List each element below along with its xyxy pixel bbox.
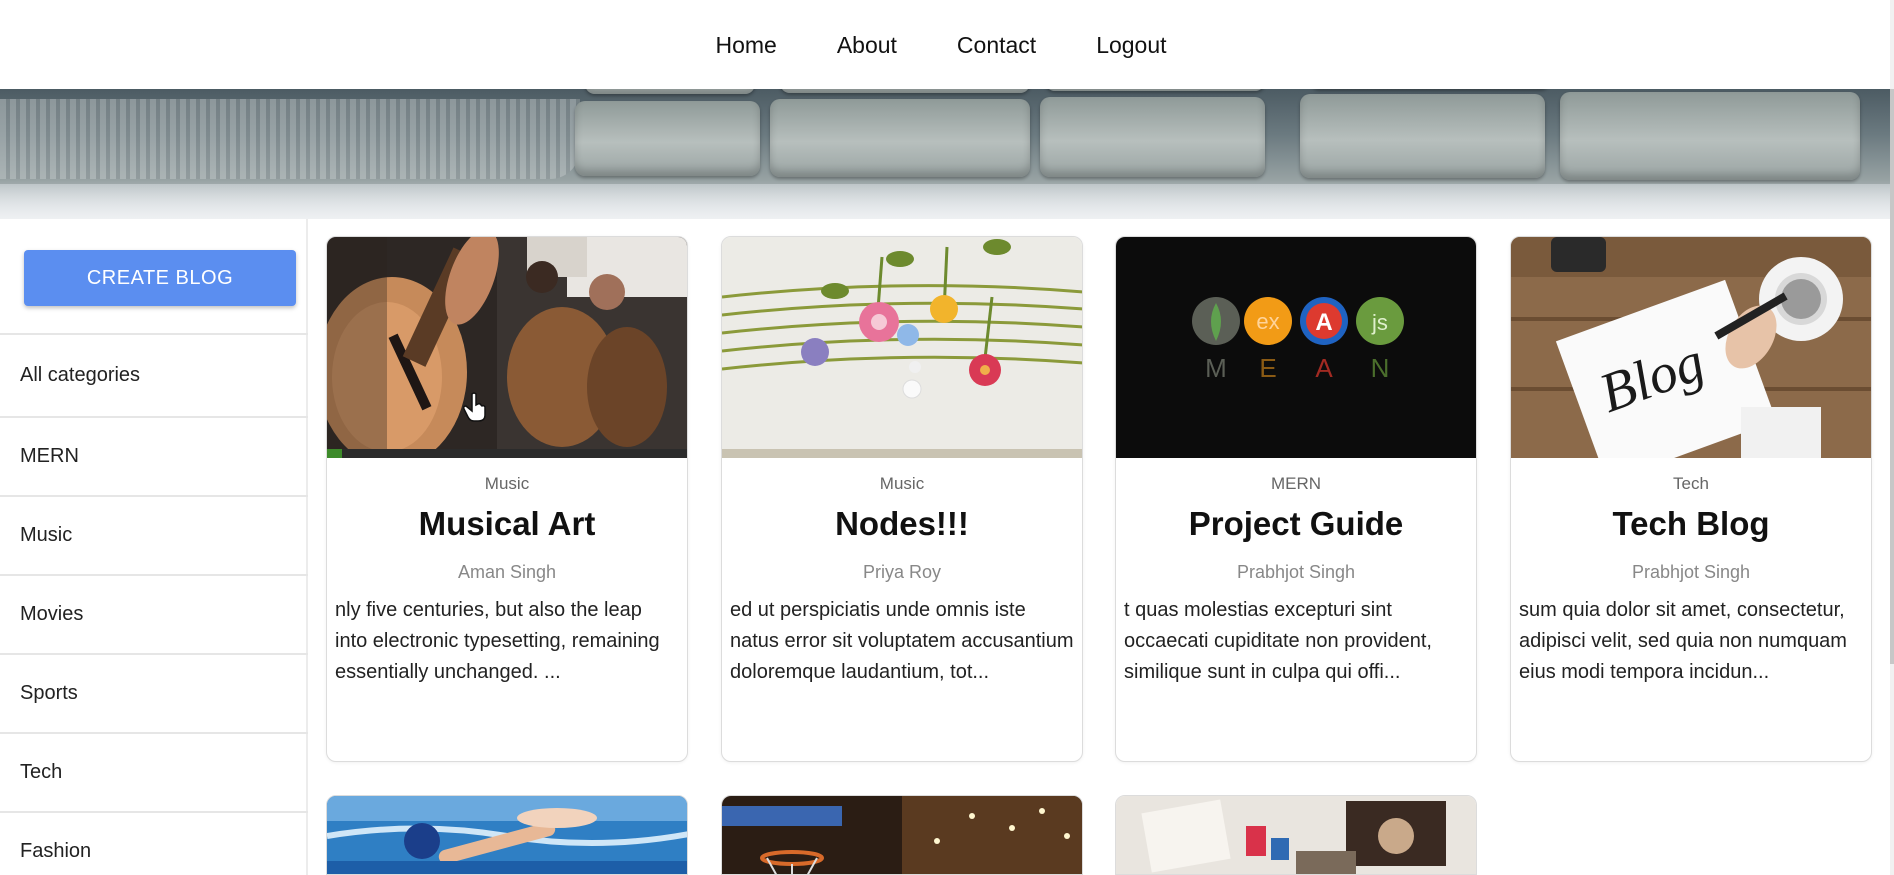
card-author: Aman Singh: [457, 562, 557, 582]
category-list: All categories MERN Music Movies Sports …: [0, 333, 308, 875]
card-author: Prabhjot Singh: [1631, 562, 1751, 582]
category-sports[interactable]: Sports: [0, 655, 308, 734]
blog-card-swimming[interactable]: [326, 795, 688, 875]
category-music[interactable]: Music: [0, 497, 308, 576]
card-category: Music: [879, 474, 925, 493]
mean-badge-ex: ex: [1256, 309, 1279, 334]
nav-home-link[interactable]: Home: [685, 25, 806, 65]
banner-key: [585, 89, 755, 94]
mean-letter-a: A: [1315, 353, 1333, 383]
mean-letter-m: M: [1205, 353, 1227, 383]
category-mern[interactable]: MERN: [0, 418, 308, 497]
card-excerpt: ed ut perspiciatis unde omnis iste natus…: [730, 599, 1074, 683]
card-title[interactable]: Nodes!!!: [722, 505, 1082, 543]
blog-card-musical-art[interactable]: Music Musical Art Aman Singh nly five ce…: [326, 236, 688, 762]
banner-key: [1045, 89, 1265, 91]
nav-contact-link[interactable]: Contact: [927, 25, 1066, 65]
blog-card-fashion[interactable]: [1115, 795, 1477, 875]
card-excerpt: sum quia dolor sit amet, consectetur, ad…: [1519, 599, 1847, 683]
banner-key: [575, 101, 760, 176]
mean-badge-js: js: [1371, 310, 1388, 335]
card-excerpt: nly five centuries, but also the leap in…: [335, 599, 660, 683]
card-image-flower-notes: [722, 237, 1082, 458]
sidebar: CREATE BLOG All categories MERN Music Mo…: [0, 219, 308, 875]
category-all[interactable]: All categories: [0, 335, 308, 418]
card-author: Priya Roy: [862, 562, 942, 582]
card-image-mean-stack: ex A js M E A N: [1116, 237, 1476, 458]
card-title[interactable]: Tech Blog: [1511, 505, 1871, 543]
create-blog-button[interactable]: CREATE BLOG: [24, 250, 296, 306]
mean-badge-angular: A: [1315, 309, 1332, 336]
blog-card-project-guide[interactable]: ex A js M E A N MERN Project Guide Prabh…: [1115, 236, 1477, 762]
category-fashion[interactable]: Fashion: [0, 813, 308, 875]
blog-card-tech-blog[interactable]: Blog Tech Tech Blog Prabhjot Singh sum q…: [1510, 236, 1872, 762]
banner-key: [770, 99, 1030, 177]
banner-key: [1300, 94, 1545, 178]
header-banner-image: [0, 89, 1890, 219]
card-image-guitarists: [327, 237, 687, 458]
banner-key: [1040, 97, 1265, 177]
banner-vent: [0, 99, 580, 179]
card-title[interactable]: Musical Art: [327, 505, 687, 543]
category-movies[interactable]: Movies: [0, 576, 308, 655]
blog-card-nodes[interactable]: Music Nodes!!! Priya Roy ed ut perspicia…: [721, 236, 1083, 762]
card-author: Prabhjot Singh: [1236, 562, 1356, 582]
card-excerpt: t quas molestias excepturi sint occaecat…: [1124, 599, 1432, 683]
scrollbar-thumb[interactable]: [1890, 89, 1894, 664]
banner-edge: [0, 184, 1890, 219]
banner-key: [780, 89, 1030, 93]
card-image-swimmer: [327, 796, 687, 874]
category-tech[interactable]: Tech: [0, 734, 308, 813]
card-category: MERN: [1270, 474, 1322, 493]
mean-letter-n: N: [1371, 353, 1390, 383]
banner-key: [1560, 92, 1860, 180]
card-image-basketball-court: [722, 796, 1082, 874]
top-nav: Home About Contact Logout: [0, 0, 1890, 89]
nav-logout-link[interactable]: Logout: [1066, 25, 1196, 65]
card-image-fashion-desk: [1116, 796, 1476, 874]
nav-about-link[interactable]: About: [807, 25, 927, 65]
card-category: Tech: [1673, 474, 1709, 493]
mean-letter-e: E: [1259, 353, 1276, 383]
card-category: Music: [484, 474, 530, 493]
blog-card-basketball[interactable]: [721, 795, 1083, 875]
card-image-blog-writing: Blog: [1511, 237, 1871, 458]
card-title[interactable]: Project Guide: [1116, 505, 1476, 543]
hand-pointer-cursor-icon: [463, 392, 486, 422]
